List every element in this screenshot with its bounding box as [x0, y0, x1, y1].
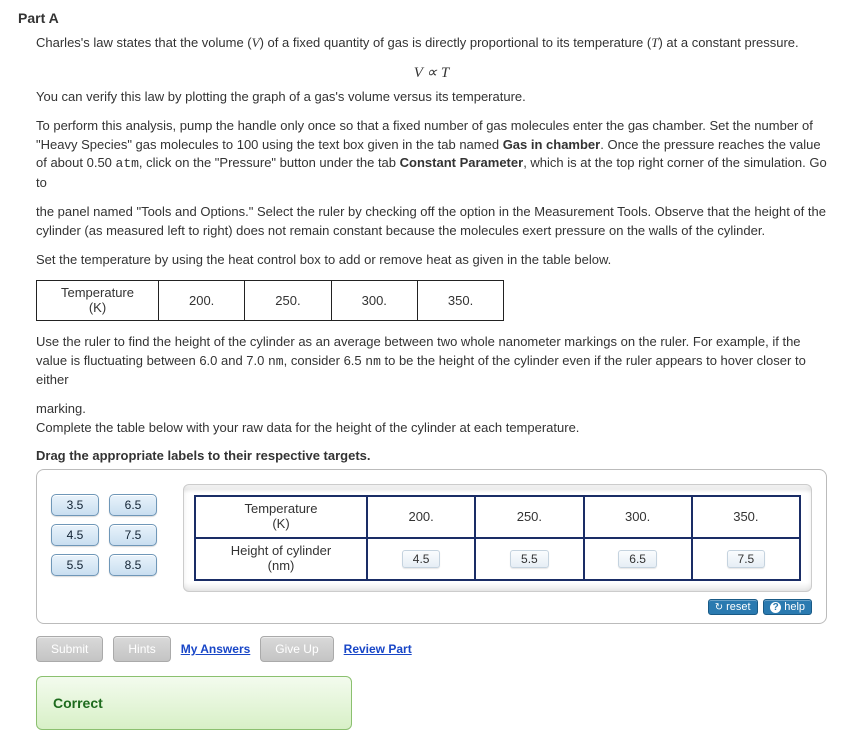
gas-in-chamber-label: Gas in chamber — [503, 137, 601, 152]
text: reset — [726, 601, 750, 613]
give-up-button[interactable]: Give Up — [260, 636, 333, 662]
drop-slot[interactable]: 4.5 — [367, 538, 475, 580]
question-icon: ? — [770, 602, 781, 613]
feedback-box: Correct — [36, 676, 352, 730]
text: (K) — [272, 516, 289, 531]
dropped-value: 4.5 — [402, 550, 441, 568]
review-part-link[interactable]: Review Part — [344, 642, 412, 656]
unit-nm: nm — [365, 354, 381, 369]
temperature-cell: 250. — [245, 280, 331, 320]
drag-drop-panel: 3.5 6.5 4.5 7.5 5.5 8.5 Temperature (K) … — [36, 469, 827, 624]
complete-table-paragraph: marking. Complete the table below with y… — [36, 400, 827, 438]
temperature-table: Temperature (K) 200. 250. 300. 350. — [36, 280, 504, 321]
dropped-value: 5.5 — [510, 550, 549, 568]
feedback-text: Correct — [53, 695, 103, 711]
temperature-header: Temperature (K) — [37, 280, 159, 320]
submit-button[interactable]: Submit — [36, 636, 103, 662]
temperature-instruction: Set the temperature by using the heat co… — [36, 251, 827, 270]
equation: V ∝ T — [36, 63, 827, 82]
temperature-cell: 350. — [417, 280, 503, 320]
text: Charles's law states that the volume ( — [36, 35, 252, 50]
constant-parameter-label: Constant Parameter — [400, 155, 524, 170]
my-answers-link[interactable]: My Answers — [181, 642, 251, 656]
temperature-cell: 200. — [158, 280, 244, 320]
target-table: Temperature (K) 200. 250. 300. 350. Heig… — [194, 495, 801, 581]
text: (K) — [89, 300, 106, 315]
drag-tile[interactable]: 7.5 — [109, 524, 157, 546]
part-title: Part A — [18, 10, 827, 26]
text: Height of cylinder — [231, 543, 331, 558]
ruler-paragraph: Use the ruler to find the height of the … — [36, 333, 827, 391]
drag-tile[interactable]: 6.5 — [109, 494, 157, 516]
reset-button[interactable]: ↻reset — [708, 599, 758, 615]
drop-slot[interactable]: 6.5 — [584, 538, 692, 580]
label-bank: 3.5 6.5 4.5 7.5 5.5 8.5 — [51, 484, 157, 576]
drag-tile[interactable]: 3.5 — [51, 494, 99, 516]
text: ) at a constant pressure. — [658, 35, 798, 50]
verify-paragraph: You can verify this law by plotting the … — [36, 88, 827, 107]
unit-atm: atm — [116, 156, 139, 171]
temperature-cell: 300. — [331, 280, 417, 320]
text: , click on the "Pressure" button under t… — [139, 155, 400, 170]
action-bar: Submit Hints My Answers Give Up Review P… — [36, 636, 827, 662]
text: Temperature — [245, 501, 318, 516]
text: Temperature — [61, 285, 134, 300]
target-cell: 250. — [475, 496, 583, 538]
dropped-value: 7.5 — [727, 550, 766, 568]
setup-paragraph-1: To perform this analysis, pump the handl… — [36, 117, 827, 193]
hints-button[interactable]: Hints — [113, 636, 170, 662]
dropped-value: 6.5 — [618, 550, 657, 568]
target-row-header: Height of cylinder (nm) — [195, 538, 367, 580]
text: (nm) — [268, 558, 295, 573]
text: help — [784, 601, 805, 613]
target-cell: 350. — [692, 496, 800, 538]
drag-tile[interactable]: 8.5 — [109, 554, 157, 576]
unit-nm: nm — [268, 354, 284, 369]
reload-icon: ↻ — [715, 602, 723, 613]
target-row-header: Temperature (K) — [195, 496, 367, 538]
text: , consider 6.5 — [284, 353, 366, 368]
setup-paragraph-2: the panel named "Tools and Options." Sel… — [36, 203, 827, 241]
drag-tile[interactable]: 4.5 — [51, 524, 99, 546]
target-cell: 200. — [367, 496, 475, 538]
variable-v: V — [252, 35, 260, 50]
intro-paragraph: Charles's law states that the volume (V)… — [36, 34, 827, 53]
drop-target-area: Temperature (K) 200. 250. 300. 350. Heig… — [183, 484, 812, 592]
drag-instruction: Drag the appropriate labels to their res… — [36, 448, 827, 463]
drag-tile[interactable]: 5.5 — [51, 554, 99, 576]
drop-slot[interactable]: 5.5 — [475, 538, 583, 580]
target-cell: 300. — [584, 496, 692, 538]
text: ) of a fixed quantity of gas is directly… — [260, 35, 652, 50]
drop-slot[interactable]: 7.5 — [692, 538, 800, 580]
help-button[interactable]: ?help — [763, 599, 812, 615]
